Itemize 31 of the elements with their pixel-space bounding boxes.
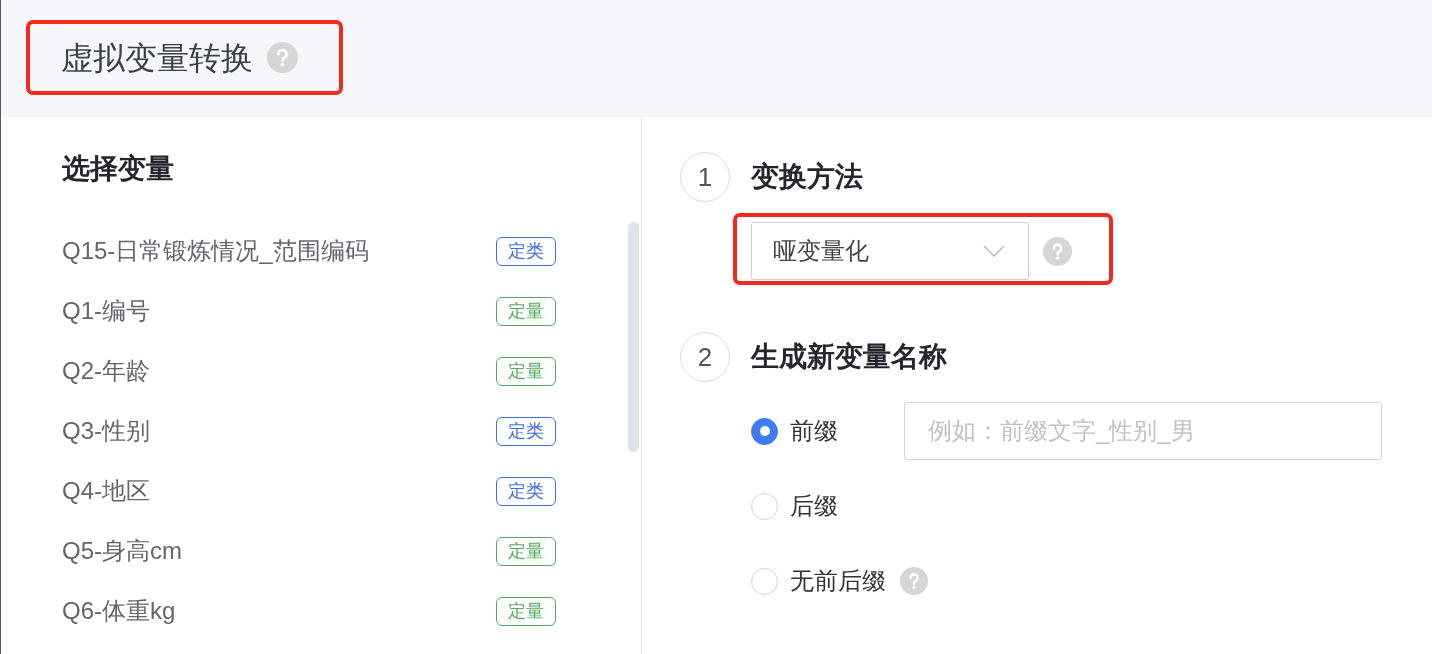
option-label[interactable]: 无前后缀 — [790, 566, 886, 596]
variable-name[interactable]: Q6-体重kg — [62, 596, 176, 626]
type-tag: 定量 — [496, 356, 556, 386]
help-icon[interactable] — [267, 42, 298, 73]
radio-button[interactable] — [751, 417, 778, 445]
section-title: 变换方法 — [751, 160, 863, 194]
variable-name[interactable]: Q3-性别 — [62, 416, 150, 446]
dropdown[interactable]: 哑变量化 — [751, 222, 1029, 280]
type-tag: 定类 — [496, 236, 556, 266]
step-number: 2 — [680, 332, 730, 382]
variable-name[interactable]: Q4-地区 — [62, 476, 150, 506]
option-label[interactable]: 后缀 — [790, 491, 838, 521]
text-input[interactable]: 例如：前缀文字_性别_男 — [904, 402, 1382, 460]
variable-name[interactable]: Q5-身高cm — [62, 536, 182, 566]
type-tag: 定类 — [496, 476, 556, 506]
type-tag: 定类 — [496, 416, 556, 446]
variable-name[interactable]: Q15-日常锻炼情况_范围编码 — [62, 236, 369, 266]
type-tag: 定量 — [496, 536, 556, 566]
variable-name[interactable]: Q1-编号 — [62, 296, 150, 326]
section-title: 选择变量 — [62, 152, 174, 186]
section-title: 生成新变量名称 — [751, 340, 947, 374]
option-label[interactable]: 前缀 — [790, 416, 838, 446]
type-tag: 定量 — [496, 296, 556, 326]
scrollbar[interactable] — [628, 222, 639, 452]
page-title: 虚拟变量转换 — [61, 38, 253, 78]
chevron-down-icon — [983, 245, 1005, 257]
variable-name[interactable]: Q2-年龄 — [62, 356, 150, 386]
help-icon[interactable] — [900, 567, 928, 595]
type-tag: 定量 — [496, 596, 556, 626]
step-number: 1 — [680, 152, 730, 202]
help-icon[interactable] — [1043, 236, 1072, 266]
